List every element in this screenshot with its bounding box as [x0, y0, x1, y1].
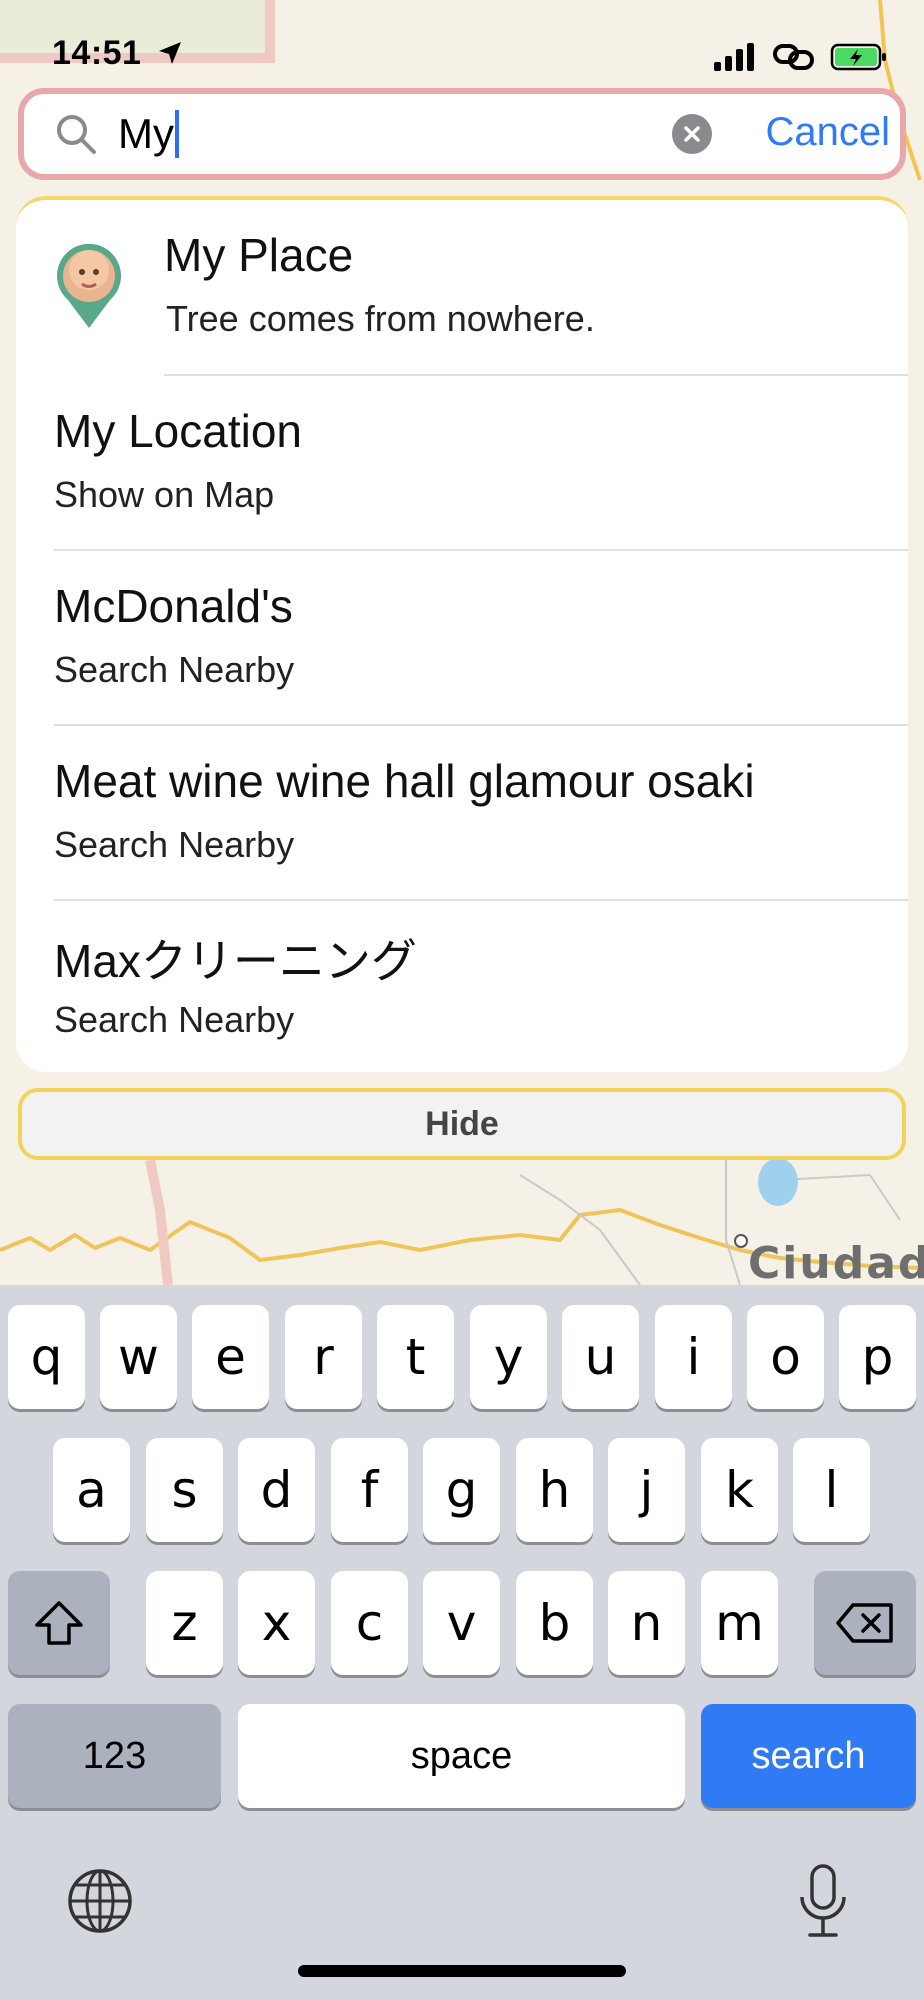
clear-icon: [684, 126, 700, 142]
cancel-button[interactable]: Cancel: [765, 110, 890, 155]
result-my-location[interactable]: My Location Show on Map: [16, 376, 908, 551]
status-icons: [714, 40, 888, 74]
key-p[interactable]: p: [839, 1305, 916, 1409]
backspace-key[interactable]: [814, 1571, 916, 1675]
key-a[interactable]: a: [53, 1438, 130, 1542]
clear-search-button[interactable]: [672, 114, 712, 154]
battery-icon: [830, 43, 886, 71]
result-title: My Location: [54, 405, 303, 457]
key-z[interactable]: z: [146, 1571, 223, 1675]
result-title: McDonald's: [54, 580, 293, 632]
result-subtitle: Show on Map: [54, 474, 275, 515]
result-max-cleaning[interactable]: Maxクリーニング Search Nearby: [16, 901, 908, 1072]
result-subtitle: Tree comes from nowhere.: [166, 298, 595, 339]
status-time: 14:51: [52, 34, 183, 73]
search-key[interactable]: search: [701, 1704, 916, 1808]
result-title: My Place: [164, 229, 354, 281]
location-arrow-icon: [159, 42, 182, 64]
result-title: Meat wine wine hall glamour osaki: [54, 755, 755, 807]
key-t[interactable]: t: [377, 1305, 454, 1409]
search-query-text: My: [118, 110, 174, 157]
key-q[interactable]: q: [8, 1305, 85, 1409]
result-subtitle: Search Nearby: [54, 824, 295, 865]
shift-icon: [35, 1601, 83, 1645]
microphone-icon[interactable]: [796, 1863, 850, 1939]
status-bar: 14:51: [0, 0, 924, 88]
backspace-icon: [836, 1603, 893, 1643]
key-w[interactable]: w: [100, 1305, 177, 1409]
search-bar[interactable]: My Cancel: [18, 88, 906, 180]
key-m[interactable]: m: [701, 1571, 778, 1675]
key-c[interactable]: c: [331, 1571, 408, 1675]
key-u[interactable]: u: [562, 1305, 639, 1409]
search-input[interactable]: My: [118, 110, 179, 158]
result-title: Maxクリーニング: [54, 935, 417, 987]
key-k[interactable]: k: [701, 1438, 778, 1542]
hide-button[interactable]: Hide: [18, 1088, 906, 1160]
signal-icon: [714, 43, 754, 71]
search-results-list: My Place Tree comes from nowhere. My Loc…: [16, 196, 908, 1072]
map-city-label: Ciudad: [748, 1238, 924, 1285]
key-s[interactable]: s: [146, 1438, 223, 1542]
key-e[interactable]: e: [192, 1305, 269, 1409]
shift-key[interactable]: [8, 1571, 110, 1675]
key-y[interactable]: y: [470, 1305, 547, 1409]
key-l[interactable]: l: [793, 1438, 870, 1542]
key-g[interactable]: g: [423, 1438, 500, 1542]
text-caret: [175, 110, 179, 158]
result-subtitle: Search Nearby: [54, 999, 295, 1040]
keyboard: q w e r t y u i o p a s d f g h j k l z …: [0, 1285, 924, 2000]
key-v[interactable]: v: [423, 1571, 500, 1675]
key-i[interactable]: i: [655, 1305, 732, 1409]
result-mcdonalds[interactable]: McDonald's Search Nearby: [16, 551, 908, 726]
home-indicator[interactable]: [298, 1965, 626, 1977]
key-n[interactable]: n: [608, 1571, 685, 1675]
globe-icon[interactable]: [66, 1867, 134, 1935]
place-pin-icon: [57, 243, 121, 328]
numbers-key[interactable]: 123: [8, 1704, 221, 1808]
key-x[interactable]: x: [238, 1571, 315, 1675]
status-time-text: 14:51: [52, 34, 142, 72]
space-key[interactable]: space: [238, 1704, 685, 1808]
link-icon: [773, 44, 814, 70]
result-subtitle: Search Nearby: [54, 649, 295, 690]
search-icon: [57, 115, 96, 154]
key-j[interactable]: j: [608, 1438, 685, 1542]
key-d[interactable]: d: [238, 1438, 315, 1542]
result-my-place[interactable]: My Place Tree comes from nowhere.: [16, 200, 908, 376]
key-f[interactable]: f: [331, 1438, 408, 1542]
key-o[interactable]: o: [747, 1305, 824, 1409]
key-h[interactable]: h: [516, 1438, 593, 1542]
key-r[interactable]: r: [285, 1305, 362, 1409]
key-b[interactable]: b: [516, 1571, 593, 1675]
result-meat-wine-hall[interactable]: Meat wine wine hall glamour osaki Search…: [16, 726, 908, 901]
